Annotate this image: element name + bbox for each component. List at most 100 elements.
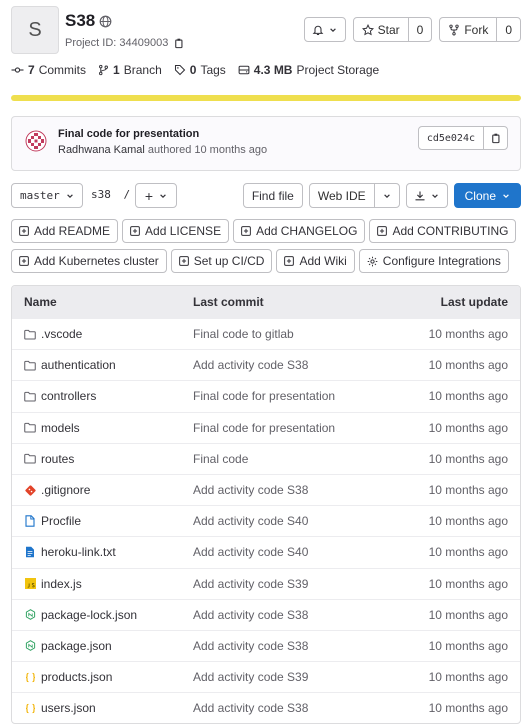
star-label-group[interactable]: Star bbox=[354, 18, 408, 41]
table-row[interactable]: heroku-link.txt Add activity code S40 10 m… bbox=[12, 536, 520, 567]
tags-stat[interactable]: 0 Tags bbox=[174, 63, 226, 77]
find-file-button[interactable]: Find file bbox=[242, 183, 303, 208]
file-name-cell[interactable]: .vscode bbox=[12, 327, 193, 341]
table-row[interactable]: users.json Add activity code S38 10 months… bbox=[12, 692, 520, 723]
file-last-commit[interactable]: Add activity code S39 bbox=[193, 577, 413, 591]
project-id-text: Project ID: 34409003 bbox=[65, 37, 169, 49]
table-row[interactable]: package-lock.json Add activity code S38 10… bbox=[12, 598, 520, 630]
add-wiki-button[interactable]: Add Wiki bbox=[276, 249, 355, 273]
chevron-down-icon bbox=[330, 27, 336, 32]
clone-dropdown[interactable]: Clone bbox=[453, 183, 521, 208]
header-name: Name bbox=[24, 295, 57, 309]
web-ide-split[interactable]: Web IDE bbox=[308, 183, 400, 208]
file-name[interactable]: package.json bbox=[41, 639, 112, 653]
file-last-commit[interactable]: Final code for presentation bbox=[193, 421, 413, 435]
table-row[interactable]: Procfile Add activity code S40 10 months a… bbox=[12, 505, 520, 536]
file-name-cell[interactable]: index.js bbox=[12, 577, 193, 591]
web-ide-dropdown[interactable] bbox=[373, 184, 399, 207]
setup-cicd-button[interactable]: Set up CI/CD bbox=[170, 249, 273, 273]
file-name-cell[interactable]: models bbox=[12, 421, 193, 435]
file-last-update: 10 months ago bbox=[428, 358, 508, 373]
file-name[interactable]: index.js bbox=[41, 577, 82, 591]
file-name-cell[interactable]: heroku-link.txt bbox=[12, 545, 193, 559]
commits-stat[interactable]: 7 Commits bbox=[11, 63, 86, 77]
fork-button[interactable]: Fork 0 bbox=[439, 17, 521, 42]
add-wiki-label: Add Wiki bbox=[299, 254, 347, 268]
copy-icon[interactable] bbox=[173, 38, 184, 49]
add-kubernetes-button[interactable]: Add Kubernetes cluster bbox=[11, 249, 167, 273]
file-name[interactable]: models bbox=[41, 421, 80, 435]
star-count[interactable]: 0 bbox=[407, 18, 432, 41]
project-avatar[interactable]: S bbox=[11, 6, 59, 54]
folder-icon bbox=[24, 359, 36, 371]
commit-sha[interactable]: cd5e024c bbox=[417, 126, 484, 150]
branches-stat[interactable]: 1 Branch bbox=[98, 63, 162, 77]
file-last-commit[interactable]: Add activity code S38 bbox=[193, 639, 413, 653]
file-name-cell[interactable]: controllers bbox=[12, 389, 193, 403]
table-row[interactable]: controllers Final code for presentation 10… bbox=[12, 380, 520, 411]
file-last-commit[interactable]: Final code bbox=[193, 452, 413, 466]
table-row[interactable]: products.json Add activity code S39 10 mon… bbox=[12, 661, 520, 692]
file-name[interactable]: controllers bbox=[41, 389, 96, 403]
fork-label-group[interactable]: Fork bbox=[440, 18, 496, 41]
file-name[interactable]: routes bbox=[41, 452, 74, 466]
add-license-button[interactable]: Add LICENSE bbox=[122, 219, 230, 243]
file-last-commit[interactable]: Add activity code S40 bbox=[193, 514, 413, 528]
branches-label: Branch bbox=[123, 63, 162, 77]
download-dropdown[interactable] bbox=[405, 183, 448, 208]
file-name-cell[interactable]: package.json bbox=[12, 639, 193, 653]
table-row[interactable]: package.json Add activity code S38 10 mont… bbox=[12, 629, 520, 661]
table-row[interactable]: .vscode Final code to gitlab 10 months ago bbox=[12, 318, 520, 349]
file-last-commit[interactable]: Final code for presentation bbox=[193, 389, 413, 403]
copy-sha-button[interactable] bbox=[483, 126, 508, 150]
file-name[interactable]: products.json bbox=[41, 670, 112, 684]
fork-count[interactable]: 0 bbox=[496, 18, 520, 41]
file-name[interactable]: authentication bbox=[41, 358, 116, 372]
file-last-commit[interactable]: Add activity code S38 bbox=[193, 358, 413, 372]
file-name-cell[interactable]: Procfile bbox=[12, 514, 193, 528]
file-last-commit[interactable]: Add activity code S39 bbox=[193, 670, 413, 684]
file-name-cell[interactable]: routes bbox=[12, 452, 193, 466]
commit-meta: Radhwana Kamal authored 10 months ago bbox=[58, 144, 267, 156]
configure-integrations-button[interactable]: Configure Integrations bbox=[358, 249, 509, 273]
file-name-cell[interactable]: users.json bbox=[12, 701, 193, 715]
author-avatar[interactable] bbox=[25, 130, 47, 152]
file-last-commit[interactable]: Add activity code S40 bbox=[193, 545, 413, 559]
file-last-commit[interactable]: Add activity code S38 bbox=[193, 483, 413, 497]
table-row[interactable]: index.js Add activity code S39 10 months a… bbox=[12, 567, 520, 599]
breadcrumb-project[interactable]: s38 bbox=[91, 188, 111, 201]
commit-title[interactable]: Final code for presentation bbox=[58, 128, 199, 140]
table-row[interactable]: authentication Add activity code S38 10 mo… bbox=[12, 349, 520, 380]
branches-count: 1 bbox=[113, 63, 120, 77]
file-name[interactable]: .gitignore bbox=[41, 483, 90, 497]
notification-dropdown[interactable] bbox=[303, 17, 346, 42]
file-name-cell[interactable]: authentication bbox=[12, 358, 193, 372]
add-changelog-button[interactable]: Add CHANGELOG bbox=[233, 219, 366, 243]
language-bar[interactable] bbox=[11, 95, 521, 101]
file-name-cell[interactable]: products.json bbox=[12, 670, 193, 684]
web-ide-button[interactable]: Web IDE bbox=[310, 184, 374, 207]
branch-dropdown[interactable]: master bbox=[11, 183, 83, 208]
commit-author[interactable]: Radhwana Kamal bbox=[58, 144, 145, 156]
file-name[interactable]: heroku-link.txt bbox=[41, 545, 116, 559]
table-row[interactable]: models Final code for presentation 10 mont… bbox=[12, 411, 520, 443]
table-row[interactable]: .gitignore Add activity code S38 10 months… bbox=[12, 473, 520, 505]
project-name[interactable]: S38 bbox=[65, 11, 95, 31]
commits-count: 7 bbox=[28, 63, 35, 77]
add-contributing-button[interactable]: Add CONTRIBUTING bbox=[369, 219, 517, 243]
file-name[interactable]: users.json bbox=[41, 701, 96, 715]
file-name[interactable]: Procfile bbox=[41, 514, 81, 528]
table-row[interactable]: routes Final code 10 months ago bbox=[12, 442, 520, 474]
star-button[interactable]: Star 0 bbox=[352, 17, 433, 42]
add-dropdown[interactable]: + bbox=[135, 183, 177, 208]
file-name-cell[interactable]: package-lock.json bbox=[12, 608, 193, 622]
storage-stat[interactable]: 4.3 MB Project Storage bbox=[238, 63, 379, 77]
add-readme-button[interactable]: Add README bbox=[11, 219, 119, 243]
file-name[interactable]: package-lock.json bbox=[41, 608, 137, 622]
file-last-commit[interactable]: Add activity code S38 bbox=[193, 608, 413, 622]
add-contributing-label: Add CONTRIBUTING bbox=[392, 224, 509, 238]
file-last-commit[interactable]: Add activity code S38 bbox=[193, 701, 413, 715]
file-last-commit[interactable]: Final code to gitlab bbox=[193, 327, 413, 341]
file-name-cell[interactable]: .gitignore bbox=[12, 483, 193, 497]
file-name[interactable]: .vscode bbox=[41, 327, 82, 341]
